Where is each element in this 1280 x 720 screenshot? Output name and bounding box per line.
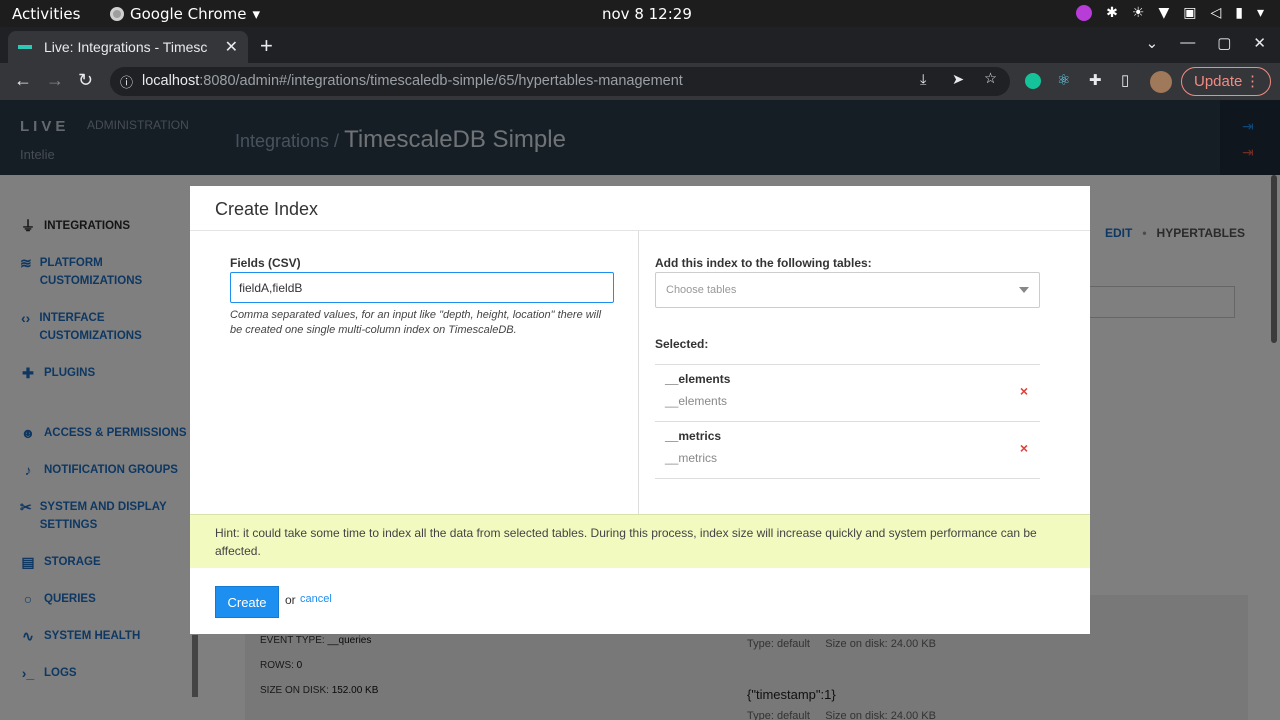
react-devtools-icon[interactable]: ⚛ xyxy=(1057,71,1070,89)
fields-column: Fields (CSV) Comma separated values, for… xyxy=(190,231,639,514)
selected-label: Selected: xyxy=(655,337,709,351)
app-name: Google Chrome xyxy=(130,5,247,23)
dialog-body: Fields (CSV) Comma separated values, for… xyxy=(190,231,1090,514)
cancel-link[interactable]: cancel xyxy=(300,593,332,605)
app-menu[interactable]: Google Chrome ▾ xyxy=(110,5,260,23)
grammarly-icon[interactable] xyxy=(1025,73,1041,89)
tables-column: Add this index to the following tables: … xyxy=(640,231,1090,514)
favicon-icon xyxy=(18,45,32,49)
more-menu-icon[interactable]: ⋮ xyxy=(1245,72,1260,90)
browser-tab[interactable]: Live: Integrations - Timesc ✕ xyxy=(8,31,248,63)
forward-icon[interactable]: → xyxy=(46,70,64,91)
clock[interactable]: nov 8 12:29 xyxy=(602,5,692,23)
tables-label: Add this index to the following tables: xyxy=(655,256,872,270)
close-window-icon[interactable]: ✕ xyxy=(1253,34,1266,52)
caret-down-icon xyxy=(1019,287,1029,293)
remove-icon[interactable]: × xyxy=(1020,440,1028,456)
address-bar[interactable]: ⓘ localhost:8080/admin#/integrations/tim… xyxy=(110,67,1010,96)
tab-strip: Live: Integrations - Timesc ✕ + ⌄ — ▢ ✕ xyxy=(0,27,1280,63)
side-panel-icon[interactable]: ▯ xyxy=(1121,71,1129,89)
power-menu-icon[interactable]: ▾ xyxy=(1257,5,1264,21)
activities-button[interactable]: Activities xyxy=(12,5,80,23)
maximize-icon[interactable]: ▢ xyxy=(1217,34,1231,52)
list-item: __elements __elements × xyxy=(655,365,1040,422)
install-icon[interactable]: ⤓ xyxy=(920,72,926,88)
wifi-icon[interactable]: ▼ xyxy=(1158,5,1169,21)
chrome-icon xyxy=(110,7,124,21)
vpn-icon[interactable]: ▣ xyxy=(1183,5,1196,21)
brightness-icon[interactable]: ☀ xyxy=(1132,5,1145,21)
site-info-icon[interactable]: ⓘ xyxy=(120,72,133,91)
create-button[interactable]: Create xyxy=(215,586,279,618)
or-text: or xyxy=(285,593,296,607)
dialog-title: Create Index xyxy=(190,186,1090,231)
minimize-icon[interactable]: — xyxy=(1180,34,1195,52)
volume-icon[interactable]: ◁ xyxy=(1210,5,1221,21)
fields-label: Fields (CSV) xyxy=(230,256,301,270)
choose-tables-select[interactable]: Choose tables xyxy=(655,272,1040,308)
table-name: __elements xyxy=(665,372,731,386)
url-path: :8080/admin#/integrations/timescaledb-si… xyxy=(199,73,683,89)
close-tab-icon[interactable]: ✕ xyxy=(225,37,238,57)
back-icon[interactable]: ← xyxy=(14,70,32,91)
slack-icon[interactable]: ✱ xyxy=(1106,5,1118,21)
selected-tables-list: __elements __elements × __metrics __metr… xyxy=(655,364,1040,479)
url-host: localhost xyxy=(142,73,200,89)
list-item: __metrics __metrics × xyxy=(655,422,1040,479)
fields-input[interactable] xyxy=(230,272,614,303)
firefox-dev-icon[interactable] xyxy=(1076,5,1093,21)
remove-icon[interactable]: × xyxy=(1020,383,1028,399)
new-tab-button[interactable]: + xyxy=(260,33,273,59)
os-top-bar: Activities Google Chrome ▾ nov 8 12:29 ✱… xyxy=(0,0,1280,27)
bookmark-star-icon[interactable]: ☆ xyxy=(984,71,997,87)
update-button[interactable]: Update ⋮ xyxy=(1181,67,1271,96)
system-tray[interactable]: ✱ ☀ ▼ ▣ ◁ ▮ ▾ xyxy=(1076,5,1264,21)
hint-banner: Hint: it could take some time to index a… xyxy=(190,514,1090,568)
table-subtitle: __elements xyxy=(665,394,728,408)
tab-title: Live: Integrations - Timesc xyxy=(44,39,208,55)
fields-help-text: Comma separated values, for an input lik… xyxy=(230,309,602,336)
send-icon[interactable]: ➤ xyxy=(952,72,964,88)
create-index-dialog: Create Index Fields (CSV) Comma separate… xyxy=(190,186,1090,634)
window-controls: ⌄ — ▢ ✕ xyxy=(1146,34,1266,52)
browser-toolbar: ← → ↻ ⓘ localhost:8080/admin#/integratio… xyxy=(0,63,1280,100)
table-name: __metrics xyxy=(665,429,722,443)
tab-search-icon[interactable]: ⌄ xyxy=(1146,34,1159,52)
reload-icon[interactable]: ↻ xyxy=(78,70,93,91)
select-placeholder: Choose tables xyxy=(666,284,737,296)
profile-avatar[interactable] xyxy=(1150,71,1172,93)
extensions-icon[interactable]: ✚ xyxy=(1089,71,1102,89)
battery-icon[interactable]: ▮ xyxy=(1235,5,1243,21)
update-label: Update xyxy=(1194,73,1243,90)
table-subtitle: __metrics xyxy=(665,451,718,465)
dialog-footer: Create or cancel xyxy=(190,568,1090,634)
chevron-down-icon: ▾ xyxy=(252,5,261,23)
